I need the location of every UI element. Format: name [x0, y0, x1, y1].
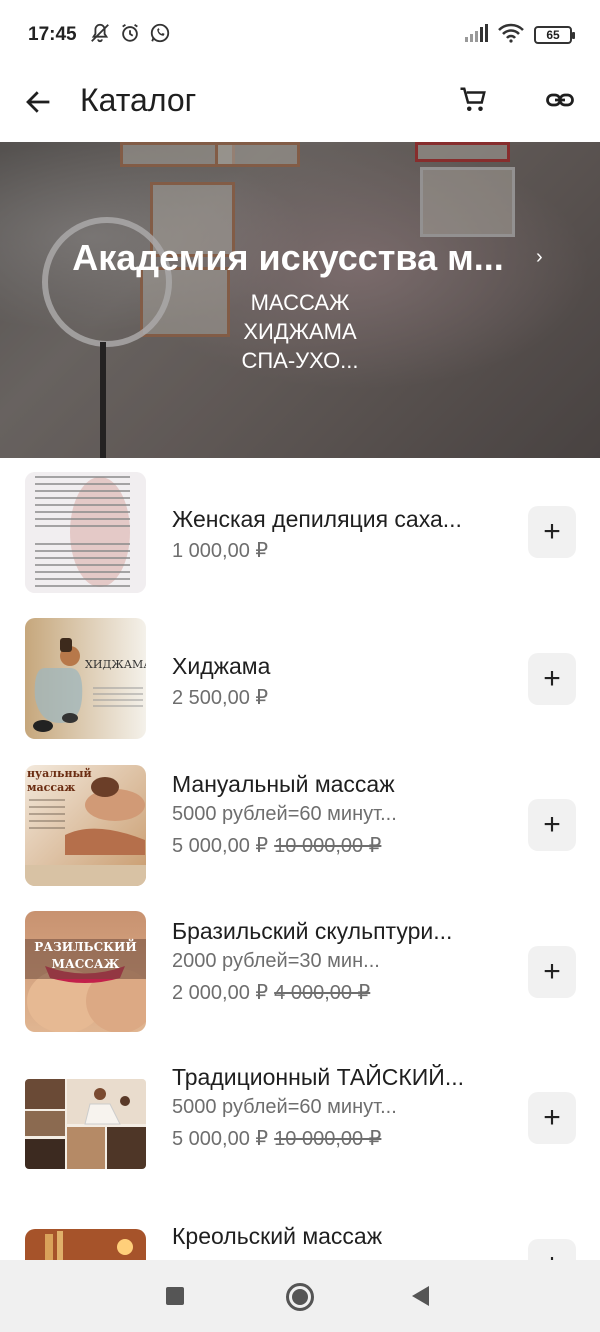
product-price: 1 000,00 ₽ [172, 538, 268, 563]
wifi-icon [498, 23, 524, 48]
product-item[interactable]: ХИДЖАМА Хиджама 2 500,00 ₽ + [0, 605, 600, 751]
store-subtitle: МАССАЖ ХИДЖАМА СПА-УХО... [241, 290, 359, 373]
product-thumbnail [25, 1229, 146, 1260]
product-item[interactable]: Женская депиляция саха... 1 000,00 ₽ + [0, 458, 600, 604]
product-old-price: 10 000,00 ₽ [274, 1128, 382, 1150]
system-nav-bar [0, 1260, 600, 1332]
back-triangle-icon[interactable] [412, 1286, 429, 1306]
app-bar: Каталог [0, 70, 600, 142]
product-description: 5000 рублей=60 минут... [172, 803, 397, 825]
product-current-price: 2 500,00 ₽ [172, 687, 269, 709]
back-arrow-icon[interactable] [20, 84, 56, 120]
product-old-price: 10 000,00 ₽ [274, 835, 382, 857]
product-thumbnail [25, 472, 146, 593]
whatsapp-icon [149, 22, 171, 49]
product-name: Хиджама [172, 653, 271, 679]
chevron-right-icon: › [536, 246, 543, 268]
product-current-price: 2 000,00 ₽ [172, 982, 269, 1004]
signal-icon [464, 23, 488, 48]
alarm-icon [119, 22, 141, 49]
cart-icon[interactable] [455, 82, 491, 118]
product-thumbnail: ХИДЖАМА [25, 618, 146, 739]
mute-icon [89, 22, 111, 49]
product-old-price: 4 000,00 ₽ [274, 982, 371, 1004]
product-item[interactable]: Креольский массаж + [0, 1191, 600, 1260]
store-banner[interactable]: Академия искусства м... › МАССАЖ ХИДЖАМА… [0, 142, 600, 458]
product-price: 2 500,00 ₽ [172, 685, 268, 710]
product-name: Мануальный массаж [172, 771, 395, 797]
product-item[interactable]: РАЗИЛЬСКИЙ МАССАЖ Бразильский скульптури… [0, 898, 600, 1044]
product-item[interactable]: нуальный массаж Мануальный массаж 5000 р… [0, 751, 600, 897]
product-thumbnail: РАЗИЛЬСКИЙ МАССАЖ [25, 911, 146, 1032]
product-thumbnail [25, 1079, 146, 1169]
product-name: Креольский массаж [172, 1223, 383, 1249]
product-current-price: 5 000,00 ₽ [172, 835, 269, 857]
home-icon[interactable] [286, 1283, 314, 1311]
thumbnail-caption: РАЗИЛЬСКИЙ МАССАЖ [34, 940, 137, 971]
product-current-price: 1 000,00 ₽ [172, 540, 269, 562]
product-price: 5 000,00 ₽10 000,00 ₽ [172, 1126, 381, 1151]
store-title: Академия искусства м... [72, 237, 504, 278]
page-title: Каталог [80, 82, 197, 118]
thumbnail-caption: ХИДЖАМА [85, 658, 146, 671]
product-current-price: 5 000,00 ₽ [172, 1128, 269, 1150]
product-name: Женская депиляция саха... [172, 506, 462, 532]
add-to-cart-button[interactable]: + [528, 506, 576, 558]
product-name: Традиционный ТАЙСКИЙ... [172, 1064, 464, 1090]
add-to-cart-button[interactable]: + [528, 946, 576, 998]
product-thumbnail: нуальный массаж [25, 765, 146, 886]
recents-icon[interactable] [166, 1287, 184, 1305]
add-to-cart-button[interactable]: + [528, 1092, 576, 1144]
product-description: 2000 рублей=30 мин... [172, 950, 380, 972]
product-price: 2 000,00 ₽4 000,00 ₽ [172, 980, 370, 1005]
link-icon[interactable] [542, 82, 578, 118]
product-price: 5 000,00 ₽10 000,00 ₽ [172, 833, 381, 858]
add-to-cart-button[interactable]: + [528, 653, 576, 705]
status-icons-left [89, 22, 171, 49]
product-item[interactable]: Традиционный ТАЙСКИЙ... 5000 рублей=60 м… [0, 1044, 600, 1190]
product-name: Бразильский скульптури... [172, 918, 453, 944]
battery-icon: 65 [534, 26, 575, 44]
thumbnail-caption: нуальный массаж [27, 767, 92, 794]
status-bar: 17:45 65 [0, 0, 600, 70]
product-description: 5000 рублей=60 минут... [172, 1096, 397, 1118]
add-to-cart-button[interactable]: + [528, 799, 576, 851]
status-time: 17:45 [28, 24, 77, 45]
status-icons-right: 65 [464, 23, 575, 48]
add-to-cart-button[interactable]: + [528, 1239, 576, 1260]
